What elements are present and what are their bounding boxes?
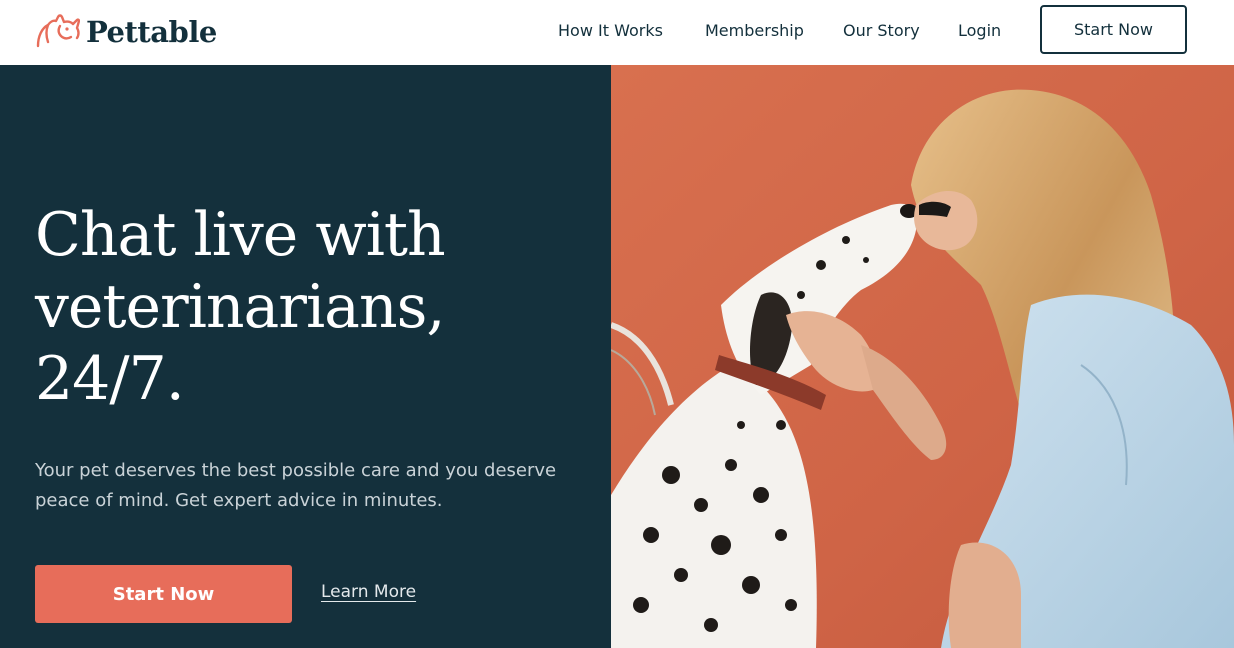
hero-subtitle: Your pet deserves the best possible care… <box>35 456 575 516</box>
learn-more-link[interactable]: Learn More <box>321 582 416 602</box>
hero-title-line-3: 24/7. <box>35 344 185 414</box>
nav-link-how-it-works[interactable]: How It Works <box>558 21 663 40</box>
nav-link-our-story[interactable]: Our Story <box>843 21 920 40</box>
hero-panel: Chat live with veterinarians, 24/7. Your… <box>0 65 611 648</box>
hero-title: Chat live with veterinarians, 24/7. <box>35 199 555 415</box>
logo-link[interactable]: Pettable <box>34 10 217 54</box>
hero-subtitle-line-1: Your pet deserves the best possible care… <box>35 460 557 481</box>
nav-link-login[interactable]: Login <box>958 21 1001 40</box>
hero-start-now-button[interactable]: Start Now <box>35 565 292 623</box>
nav-link-membership[interactable]: Membership <box>705 21 804 40</box>
hero-title-line-1: Chat live with <box>35 200 446 270</box>
brand-name: Pettable <box>86 15 217 49</box>
header-start-now-button[interactable]: Start Now <box>1040 5 1187 54</box>
hero-title-line-2: veterinarians, <box>35 272 445 342</box>
site-header: Pettable How It Works Membership Our Sto… <box>0 0 1234 65</box>
dog-head-icon <box>34 12 80 52</box>
hero-photo <box>611 65 1234 648</box>
hero-subtitle-line-2: peace of mind. Get expert advice in minu… <box>35 490 443 511</box>
